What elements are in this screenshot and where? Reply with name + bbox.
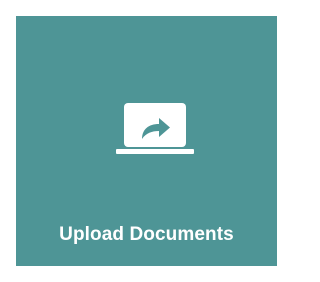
tile-label: Upload Documents: [59, 224, 234, 245]
laptop-share-icon: [116, 103, 194, 154]
upload-documents-tile[interactable]: Upload Documents: [16, 16, 277, 266]
